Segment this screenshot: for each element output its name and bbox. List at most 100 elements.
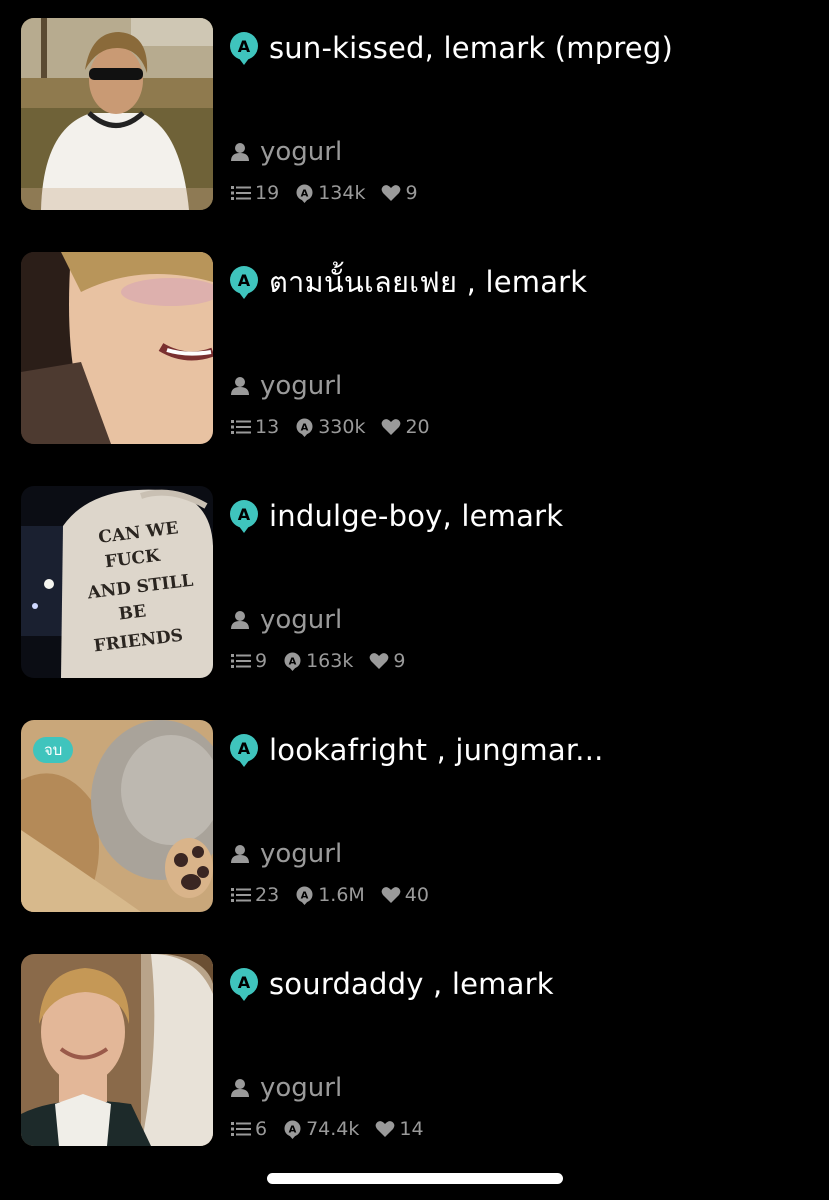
story-title: sun-kissed, lemark (mpreg) [269,31,673,65]
author-name: yogurl [260,1073,343,1103]
cover-image [21,18,213,210]
list-icon [231,186,251,200]
story-item[interactable]: CAN WE FUCK AND STILL BE FRIENDS A indul… [0,486,829,678]
likes-stat: 9 [381,182,418,204]
story-item[interactable]: A sourdaddy , lemark yogurl 6 A 74.4k 14 [0,954,829,1146]
cover-shirt-text: BE [118,601,148,624]
svg-text:A: A [301,890,309,901]
cover-image: CAN WE FUCK AND STILL BE FRIENDS [21,486,213,678]
story-item[interactable]: จบ A lookafright , jungmar... yogurl 23 … [0,720,829,912]
views-stat: A 1.6M [295,884,365,906]
views-count: 330k [318,416,366,438]
cover-image [21,252,213,444]
story-stats: 9 A 163k 9 [231,648,421,674]
svg-text:A: A [301,422,309,433]
chapters-count: 6 [255,1118,268,1140]
author-name: yogurl [260,371,343,401]
heart-icon [369,653,389,669]
story-stats: 23 A 1.6M 40 [231,882,445,908]
views-bubble-icon: A [284,1120,301,1139]
story-stats: 13 A 330k 20 [231,414,446,440]
story-stats: 19 A 134k 9 [231,180,434,206]
story-title: lookafright , jungmar... [269,733,604,767]
story-stats: 6 A 74.4k 14 [231,1116,440,1142]
user-icon [231,1079,249,1097]
likes-count: 9 [393,650,406,672]
views-stat: A 163k [283,650,353,672]
list-icon [231,1122,251,1136]
story-cover[interactable] [21,18,213,210]
chapters-stat: 9 [231,650,267,672]
list-icon [231,420,251,434]
status-badge: จบ [33,737,74,763]
heart-icon [376,1121,395,1137]
svg-text:A: A [238,271,251,290]
list-icon [231,888,251,902]
heart-icon [381,887,401,903]
likes-stat: 20 [381,416,430,438]
user-icon [231,845,249,863]
svg-text:A: A [238,739,251,758]
chapters-stat: 19 [231,182,279,204]
story-item[interactable]: A sun-kissed, lemark (mpreg) yogurl 19 A… [0,18,829,210]
chapters-stat: 23 [231,884,279,906]
user-icon [231,377,249,395]
author-row[interactable]: yogurl [230,1072,342,1104]
home-indicator[interactable] [267,1173,563,1184]
story-type-icon: A [230,733,258,767]
views-count: 74.4k [306,1118,360,1140]
likes-count: 20 [405,416,430,438]
story-title-row[interactable]: A indulge-boy, lemark [228,496,809,536]
story-type-icon: A [230,265,258,299]
list-icon [231,654,251,668]
chapters-stat: 13 [231,416,279,438]
story-title-row[interactable]: A ตามนั้นเลยเฟย , lemark [228,262,809,302]
views-bubble-icon: A [296,184,313,203]
story-title: ตามนั้นเลยเฟย , lemark [269,265,588,299]
likes-stat: 40 [381,884,429,906]
story-title: indulge-boy, lemark [269,499,564,533]
story-type-icon: A [230,31,258,65]
views-stat: A 74.4k [283,1118,359,1140]
likes-count: 9 [405,182,418,204]
views-stat: A 330k [295,416,365,438]
likes-count: 14 [399,1118,424,1140]
views-count: 134k [318,182,366,204]
author-name: yogurl [260,605,343,635]
likes-stat: 14 [375,1118,424,1140]
likes-count: 40 [404,884,429,906]
chapters-stat: 6 [231,1118,267,1140]
story-title-row[interactable]: A sourdaddy , lemark [228,964,809,1004]
user-icon [231,143,249,161]
svg-text:A: A [238,505,251,524]
story-cover[interactable] [21,954,213,1146]
story-type-icon: A [230,967,258,1001]
views-stat: A 134k [295,182,365,204]
heart-icon [382,185,401,201]
story-cover[interactable]: CAN WE FUCK AND STILL BE FRIENDS [21,486,213,678]
story-title-row[interactable]: A lookafright , jungmar... [228,730,809,770]
chapters-count: 23 [255,884,280,906]
views-bubble-icon: A [284,652,301,671]
story-cover[interactable] [21,252,213,444]
author-row[interactable]: yogurl [230,136,342,168]
story-title-row[interactable]: A sun-kissed, lemark (mpreg) [228,28,809,68]
author-row[interactable]: yogurl [230,838,342,870]
author-name: yogurl [260,839,343,869]
author-row[interactable]: yogurl [230,604,342,636]
chapters-count: 13 [255,416,280,438]
chapters-count: 19 [255,182,280,204]
views-count: 1.6M [318,884,365,906]
author-row[interactable]: yogurl [230,370,342,402]
user-icon [231,611,249,629]
views-bubble-icon: A [296,886,313,905]
story-cover[interactable]: จบ [21,720,213,912]
svg-text:A: A [289,656,297,667]
cover-image [21,954,213,1146]
story-type-icon: A [230,499,258,533]
likes-stat: 9 [369,650,405,672]
svg-text:A: A [289,1124,297,1135]
story-item[interactable]: A ตามนั้นเลยเฟย , lemark yogurl 13 A 330… [0,252,829,444]
heart-icon [382,419,401,435]
svg-text:A: A [238,37,251,56]
